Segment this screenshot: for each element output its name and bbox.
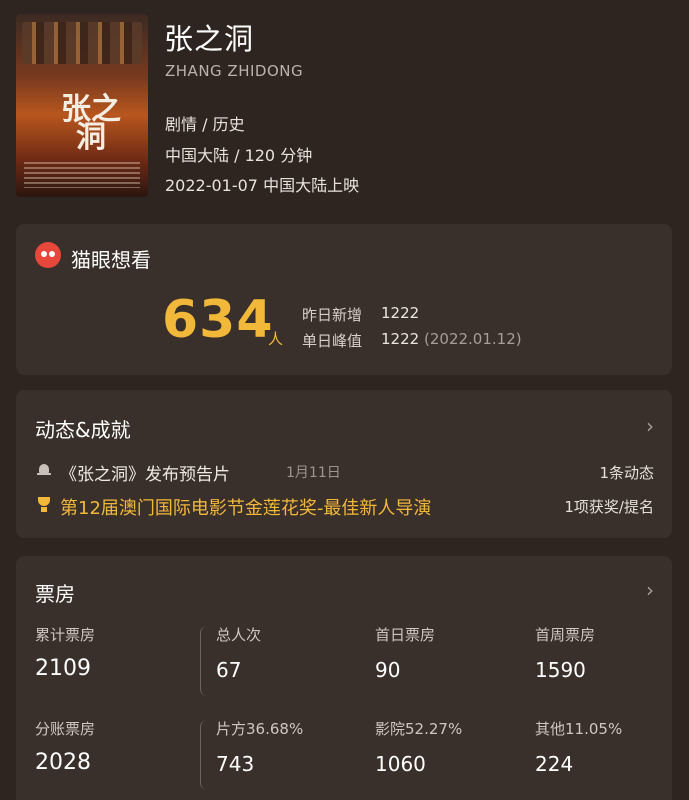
bo-other-value: 224 xyxy=(535,752,574,776)
movie-english-title: ZHANG ZHIDONG xyxy=(165,62,304,80)
box-office-title: 票房 xyxy=(35,582,75,606)
want-card: 猫眼想看 634 人 昨日新增 1222 单日峰值 1222 (2022.01.… xyxy=(16,224,672,375)
peak-label: 单日峰值 xyxy=(302,332,363,350)
news-item-text[interactable]: 《张之洞》发布预告片 xyxy=(60,460,230,485)
peak-date: (2022.01.12) xyxy=(424,330,522,348)
poster-credits xyxy=(24,162,140,188)
bo-split-value: 2028 xyxy=(35,750,91,775)
bo-first-week-label: 首周票房 xyxy=(535,626,596,644)
bo-cinema-label: 影院52.27% xyxy=(375,720,463,738)
trophy-icon xyxy=(37,497,51,513)
bo-admissions-value: 67 xyxy=(216,658,242,682)
award-count[interactable]: 1项获奖/提名 xyxy=(564,496,654,517)
bo-producer-label: 片方36.68% xyxy=(216,720,304,738)
bo-first-week-value: 1590 xyxy=(535,658,586,682)
bo-total-value: 2109 xyxy=(35,656,91,681)
movie-poster[interactable]: 张之洞 xyxy=(16,14,148,197)
bo-producer-value: 743 xyxy=(216,752,255,776)
movie-title: 张之洞 xyxy=(164,22,255,56)
news-item-date: 1月11日 xyxy=(286,465,341,481)
award-text[interactable]: 第12届澳门国际电影节金莲花奖-最佳新人导演 xyxy=(60,494,431,520)
news-chevron-icon[interactable]: › xyxy=(646,414,654,438)
poster-figures xyxy=(22,22,142,64)
movie-header: 张之洞 张之洞 ZHANG ZHIDONG 剧情 / 历史 中国大陆 / 120… xyxy=(0,0,689,215)
yesterday-label: 昨日新增 xyxy=(302,306,363,324)
bo-admissions-label: 总人次 xyxy=(216,626,262,644)
news-card[interactable]: 动态&成就 › 《张之洞》发布预告片 1月11日 1条动态 第12届澳门国际电影… xyxy=(16,390,672,538)
bo-split-label: 分账票房 xyxy=(35,720,96,738)
movie-release: 2022-01-07 中国大陆上映 xyxy=(165,176,360,195)
news-count[interactable]: 1条动态 xyxy=(599,462,654,483)
movie-genre: 剧情 / 历史 xyxy=(165,115,245,134)
maoyan-cat-icon xyxy=(35,242,61,268)
bo-first-day-label: 首日票房 xyxy=(375,626,436,644)
box-office-card[interactable]: 票房 › 累计票房 2109 总人次 67 首日票房 90 首周票房 1590 … xyxy=(16,556,672,800)
bo-other-label: 其他11.05% xyxy=(535,720,623,738)
bo-total-label: 累计票房 xyxy=(35,626,96,644)
poster-title: 张之洞 xyxy=(61,92,121,155)
want-count: 634 xyxy=(162,290,274,350)
bo-brace-1 xyxy=(200,626,208,696)
yesterday-value: 1222 xyxy=(381,304,420,322)
bo-brace-2 xyxy=(200,720,208,790)
box-office-chevron-icon[interactable]: › xyxy=(646,578,654,602)
want-label: 猫眼想看 xyxy=(71,248,151,272)
want-unit: 人 xyxy=(268,330,284,348)
bo-cinema-value: 1060 xyxy=(375,752,426,776)
bo-first-day-value: 90 xyxy=(375,658,401,682)
bell-icon xyxy=(37,463,51,477)
movie-region-duration: 中国大陆 / 120 分钟 xyxy=(165,146,313,165)
peak-value: 1222 xyxy=(381,330,420,348)
news-title: 动态&成就 xyxy=(35,418,131,442)
